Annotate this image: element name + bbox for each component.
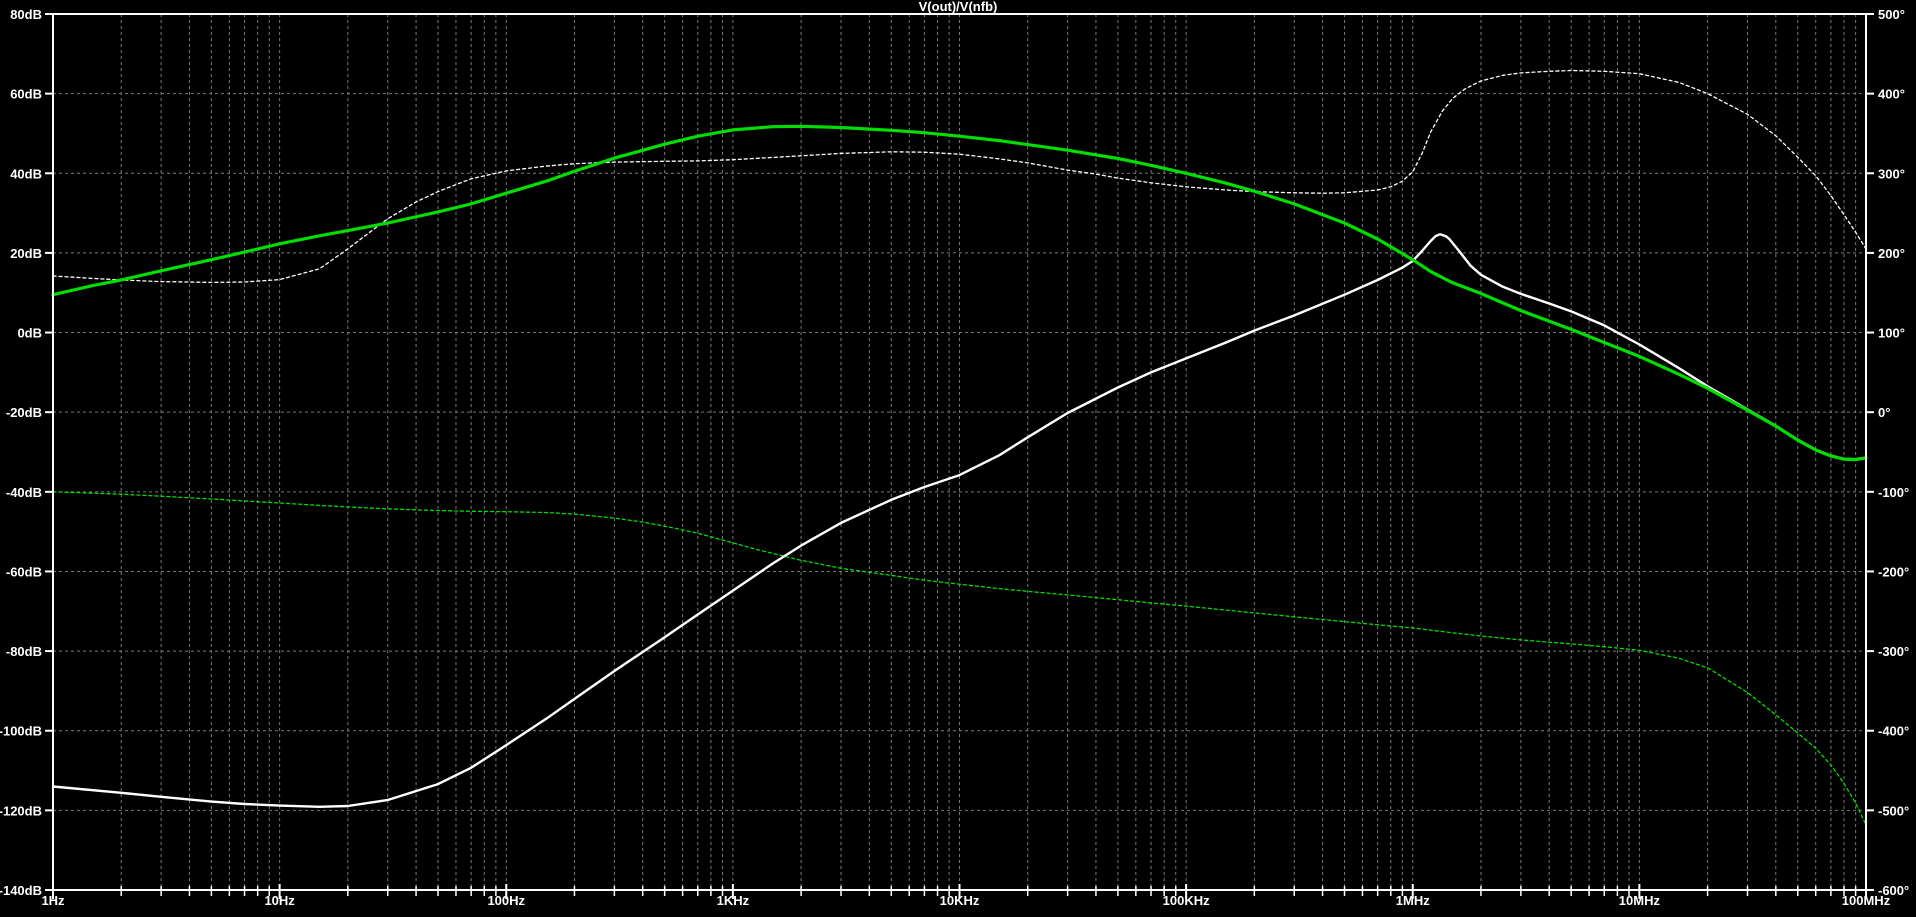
y-left-label[interactable]: -40dB — [6, 485, 42, 500]
x-axis-label[interactable]: 1Hz — [41, 893, 65, 908]
y-left-label[interactable]: 0dB — [17, 326, 42, 341]
y-left-label[interactable]: -60dB — [6, 564, 42, 579]
x-axis-label[interactable]: 10Hz — [264, 893, 295, 908]
y-left-label[interactable]: 80dB — [10, 7, 42, 22]
plot-title[interactable]: V(out)/V(nfb) — [919, 0, 998, 14]
y-left-label[interactable]: 60dB — [10, 87, 42, 102]
y-right-label[interactable]: -300° — [1878, 644, 1909, 659]
y-left-label[interactable]: 20dB — [10, 246, 42, 261]
y-right-label[interactable]: -100° — [1878, 485, 1909, 500]
y-right-label[interactable]: -500° — [1878, 803, 1909, 818]
bode-plot-canvas: 1Hz 10Hz 100Hz 1KHz 10KHz 100KHz 1MHz 10MHz 100M… — [0, 0, 1916, 917]
y-right-label[interactable]: -400° — [1878, 724, 1909, 739]
x-axis-label[interactable]: 10KHz — [940, 893, 980, 908]
x-axis-label[interactable]: 1MHz — [1396, 893, 1430, 908]
x-axis-label[interactable]: 100KHz — [1163, 893, 1210, 908]
y-right-label[interactable]: 300° — [1878, 166, 1905, 181]
x-axis-label[interactable]: 10MHz — [1619, 893, 1661, 908]
y-left-label[interactable]: -140dB — [0, 883, 42, 898]
x-axis-label[interactable]: 100Hz — [487, 893, 525, 908]
x-axis-label[interactable]: 1KHz — [717, 893, 750, 908]
y-right-label[interactable]: -200° — [1878, 564, 1909, 579]
y-right-label[interactable]: 100° — [1878, 326, 1905, 341]
y-right-label[interactable]: 0° — [1878, 405, 1890, 420]
y-left-label[interactable]: -20dB — [6, 405, 42, 420]
y-right-label[interactable]: -600° — [1878, 883, 1909, 898]
y-left-label[interactable]: -100dB — [0, 724, 42, 739]
y-right-label[interactable]: 500° — [1878, 7, 1905, 22]
y-left-label[interactable]: -120dB — [0, 803, 42, 818]
y-right-label[interactable]: 400° — [1878, 87, 1905, 102]
y-right-label[interactable]: 200° — [1878, 246, 1905, 261]
y-left-label[interactable]: -80dB — [6, 644, 42, 659]
y-left-label[interactable]: 40dB — [10, 166, 42, 181]
